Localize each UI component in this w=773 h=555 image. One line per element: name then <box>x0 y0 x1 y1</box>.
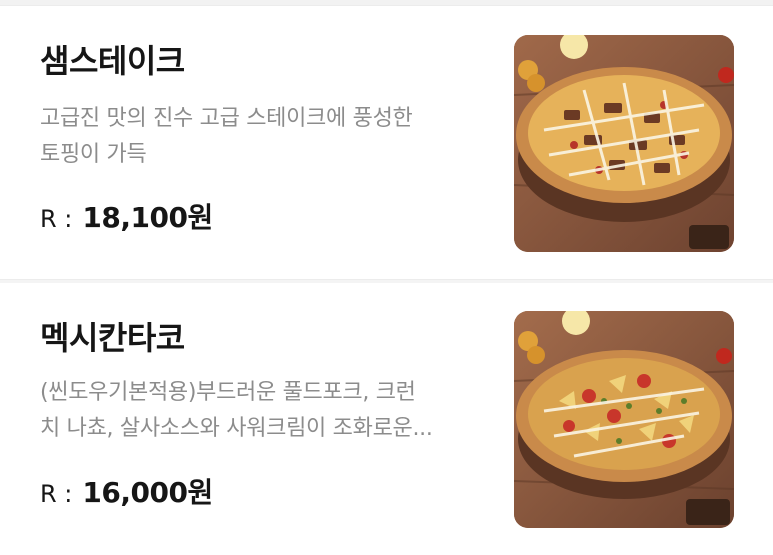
pizza-image[interactable] <box>514 311 734 528</box>
price-value: 18,100원 <box>82 201 213 234</box>
pizza-image[interactable] <box>514 35 734 252</box>
description-line: 토핑이 가득 <box>40 142 147 167</box>
description-line: 치 나쵸, 살사소스와 사워크림이 조화로운... <box>40 416 433 441</box>
price-size-label: R : <box>40 205 73 233</box>
pizza-taco-image-icon <box>514 311 734 528</box>
menu-item-steak[interactable]: 샘스테이크 고급진 맛의 진수 고급 스테이크에 풍성한 토핑이 가득 R : … <box>0 6 773 278</box>
menu-item-description: 고급진 맛의 진수 고급 스테이크에 풍성한 토핑이 가득 <box>40 101 490 173</box>
price-row: R : 16,000원 <box>40 471 213 511</box>
price-size-label: R : <box>40 480 73 508</box>
description-line: (씬도우기본적용)부드러운 풀드포크, 크런 <box>40 380 416 405</box>
menu-item-name: 샘스테이크 <box>40 42 185 80</box>
menu-item-name: 멕시칸타코 <box>40 319 185 357</box>
pizza-steak-image-icon <box>514 35 734 252</box>
menu-item-description: (씬도우기본적용)부드러운 풀드포크, 크런 치 나쵸, 살사소스와 사워크림이… <box>40 375 490 447</box>
menu-item-taco[interactable]: 멕시칸타코 (씬도우기본적용)부드러운 풀드포크, 크런 치 나쵸, 살사소스와… <box>0 283 773 555</box>
price-row: R : 18,100원 <box>40 196 213 236</box>
description-line: 고급진 맛의 진수 고급 스테이크에 풍성한 <box>40 106 413 131</box>
price-value: 16,000원 <box>82 476 213 509</box>
